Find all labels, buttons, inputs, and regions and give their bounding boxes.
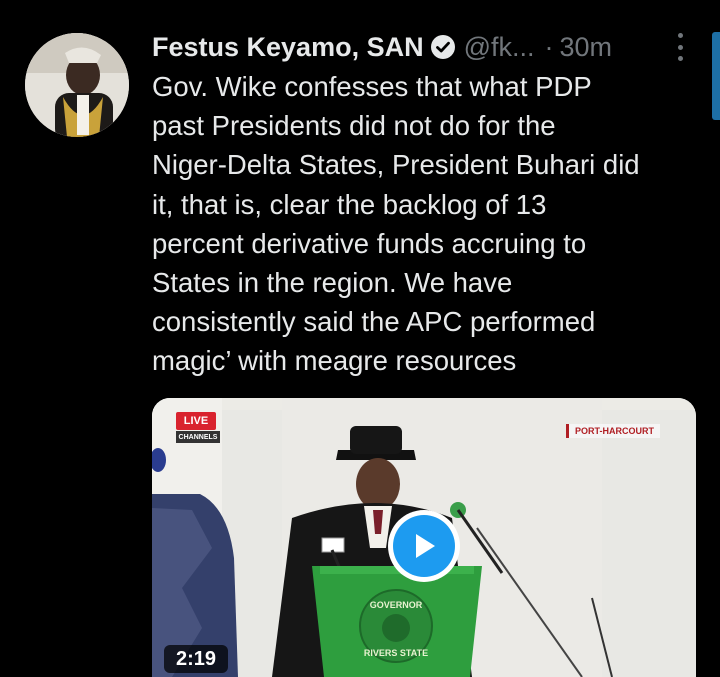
tweet-text-line: percent derivative funds accruing to — [152, 227, 587, 259]
play-icon — [393, 515, 455, 577]
verified-badge-icon — [430, 34, 456, 60]
scroll-indicator — [712, 32, 720, 120]
channels-badge: CHANNELS — [176, 431, 220, 443]
tweet-text-line: Gov. Wike confesses that what PDP — [152, 71, 592, 102]
tweet-text-line: consistently said the APC performed — [152, 306, 596, 338]
tweet-text-line: past Presidents did not do for the — [152, 110, 556, 142]
tweet-timestamp[interactable]: 30m — [560, 32, 613, 63]
play-button[interactable] — [388, 510, 460, 582]
separator-dot: · — [544, 31, 554, 62]
svg-text:GOVERNOR: GOVERNOR — [370, 600, 423, 610]
tweet-header: Festus Keyamo, SAN @fk... · 30m — [152, 29, 612, 65]
tweet-text-line: magic’ with meagre resources — [152, 345, 517, 377]
author-handle[interactable]: @fk... — [464, 32, 535, 63]
tweet-text-line: it, that is, clear the backlog of 13 — [152, 188, 547, 220]
tweet-text: Gov. Wike confesses that what PDP past P… — [152, 67, 702, 381]
tweet-text-line: States in the region. We have — [152, 267, 513, 299]
author-avatar[interactable] — [25, 33, 129, 137]
author-name[interactable]: Festus Keyamo, SAN — [152, 32, 424, 63]
video-duration: 2:19 — [164, 645, 229, 673]
live-badge: LIVE — [176, 412, 216, 430]
tweet-text-line: Niger-Delta States, President Buhari did — [152, 149, 640, 181]
location-tag: PORT-HARCOURT — [566, 424, 660, 438]
more-options-icon[interactable] — [672, 33, 688, 61]
video-player[interactable]: GOVERNOR RIVERS STATE LIVE CHANNELS PORT… — [152, 398, 696, 677]
svg-text:RIVERS STATE: RIVERS STATE — [364, 648, 428, 658]
